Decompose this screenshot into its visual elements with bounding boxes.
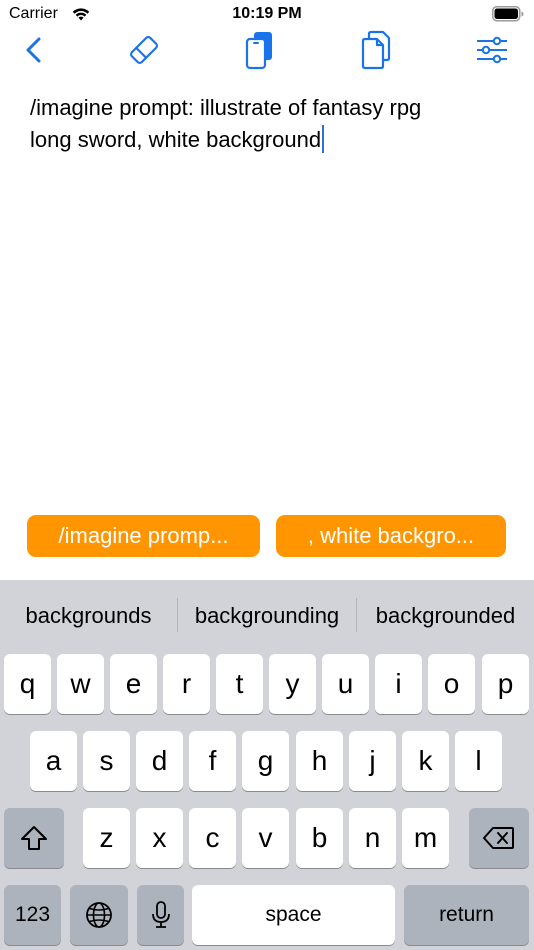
duplicate-button[interactable] xyxy=(354,28,398,72)
toolbar xyxy=(0,28,534,72)
key-m[interactable]: m xyxy=(402,808,449,868)
key-k[interactable]: k xyxy=(402,731,449,791)
eraser-icon xyxy=(130,36,158,64)
duplicate-pages-icon xyxy=(361,30,391,70)
suggestion-bar: backgrounds backgrounding backgrounded xyxy=(0,580,534,652)
text-caret xyxy=(322,125,325,153)
back-button[interactable] xyxy=(12,28,56,72)
key-w[interactable]: w xyxy=(57,654,104,714)
key-x[interactable]: x xyxy=(136,808,183,868)
battery-icon xyxy=(492,6,524,27)
editor-line: /imagine prompt: illustrate of fantasy r… xyxy=(30,95,422,120)
status-bar: Carrier 10:19 PM xyxy=(0,0,534,30)
key-s[interactable]: s xyxy=(83,731,130,791)
microphone-icon xyxy=(151,901,170,928)
editor-line: long sword, white background xyxy=(30,124,510,156)
key-e[interactable]: e xyxy=(110,654,157,714)
suggestion-item[interactable]: backgrounding xyxy=(178,580,356,652)
key-t[interactable]: t xyxy=(216,654,263,714)
key-d[interactable]: d xyxy=(136,731,183,791)
suggestion-item[interactable]: backgrounded xyxy=(357,580,534,652)
globe-icon xyxy=(86,902,112,928)
settings-button[interactable] xyxy=(470,28,514,72)
key-y[interactable]: y xyxy=(269,654,316,714)
delete-key[interactable] xyxy=(469,808,529,868)
space-key[interactable]: space xyxy=(192,885,395,945)
text-editor[interactable]: /imagine prompt: illustrate of fantasy r… xyxy=(30,92,510,156)
editor-line-text: long sword, white background xyxy=(30,127,322,152)
snippet-button[interactable]: , white backgro... xyxy=(276,515,506,557)
backspace-icon xyxy=(483,827,514,849)
snippet-button[interactable]: /imagine promp... xyxy=(27,515,260,557)
key-q[interactable]: q xyxy=(4,654,51,714)
key-o[interactable]: o xyxy=(428,654,475,714)
suggestion-item[interactable]: backgrounds xyxy=(0,580,177,652)
key-n[interactable]: n xyxy=(349,808,396,868)
erase-button[interactable] xyxy=(122,28,166,72)
key-a[interactable]: a xyxy=(30,731,77,791)
key-v[interactable]: v xyxy=(242,808,289,868)
key-z[interactable]: z xyxy=(83,808,130,868)
shift-icon xyxy=(21,826,47,850)
key-u[interactable]: u xyxy=(322,654,369,714)
key-h[interactable]: h xyxy=(296,731,343,791)
copy-to-phone-button[interactable] xyxy=(238,28,282,72)
globe-key[interactable] xyxy=(70,885,128,945)
shift-key[interactable] xyxy=(4,808,64,868)
key-r[interactable]: r xyxy=(163,654,210,714)
return-key[interactable]: return xyxy=(404,885,529,945)
dictation-key[interactable] xyxy=(137,885,184,945)
key-f[interactable]: f xyxy=(189,731,236,791)
phone-copy-icon xyxy=(245,32,272,70)
key-i[interactable]: i xyxy=(375,654,422,714)
key-p[interactable]: p xyxy=(482,654,529,714)
key-l[interactable]: l xyxy=(455,731,502,791)
key-b[interactable]: b xyxy=(296,808,343,868)
key-c[interactable]: c xyxy=(189,808,236,868)
clock: 10:19 PM xyxy=(232,5,302,22)
key-g[interactable]: g xyxy=(242,731,289,791)
keyboard: backgrounds backgrounding backgrounded q… xyxy=(0,580,534,950)
sliders-icon xyxy=(477,36,507,64)
numbers-key[interactable]: 123 xyxy=(4,885,61,945)
key-j[interactable]: j xyxy=(349,731,396,791)
back-chevron-icon xyxy=(26,37,41,63)
